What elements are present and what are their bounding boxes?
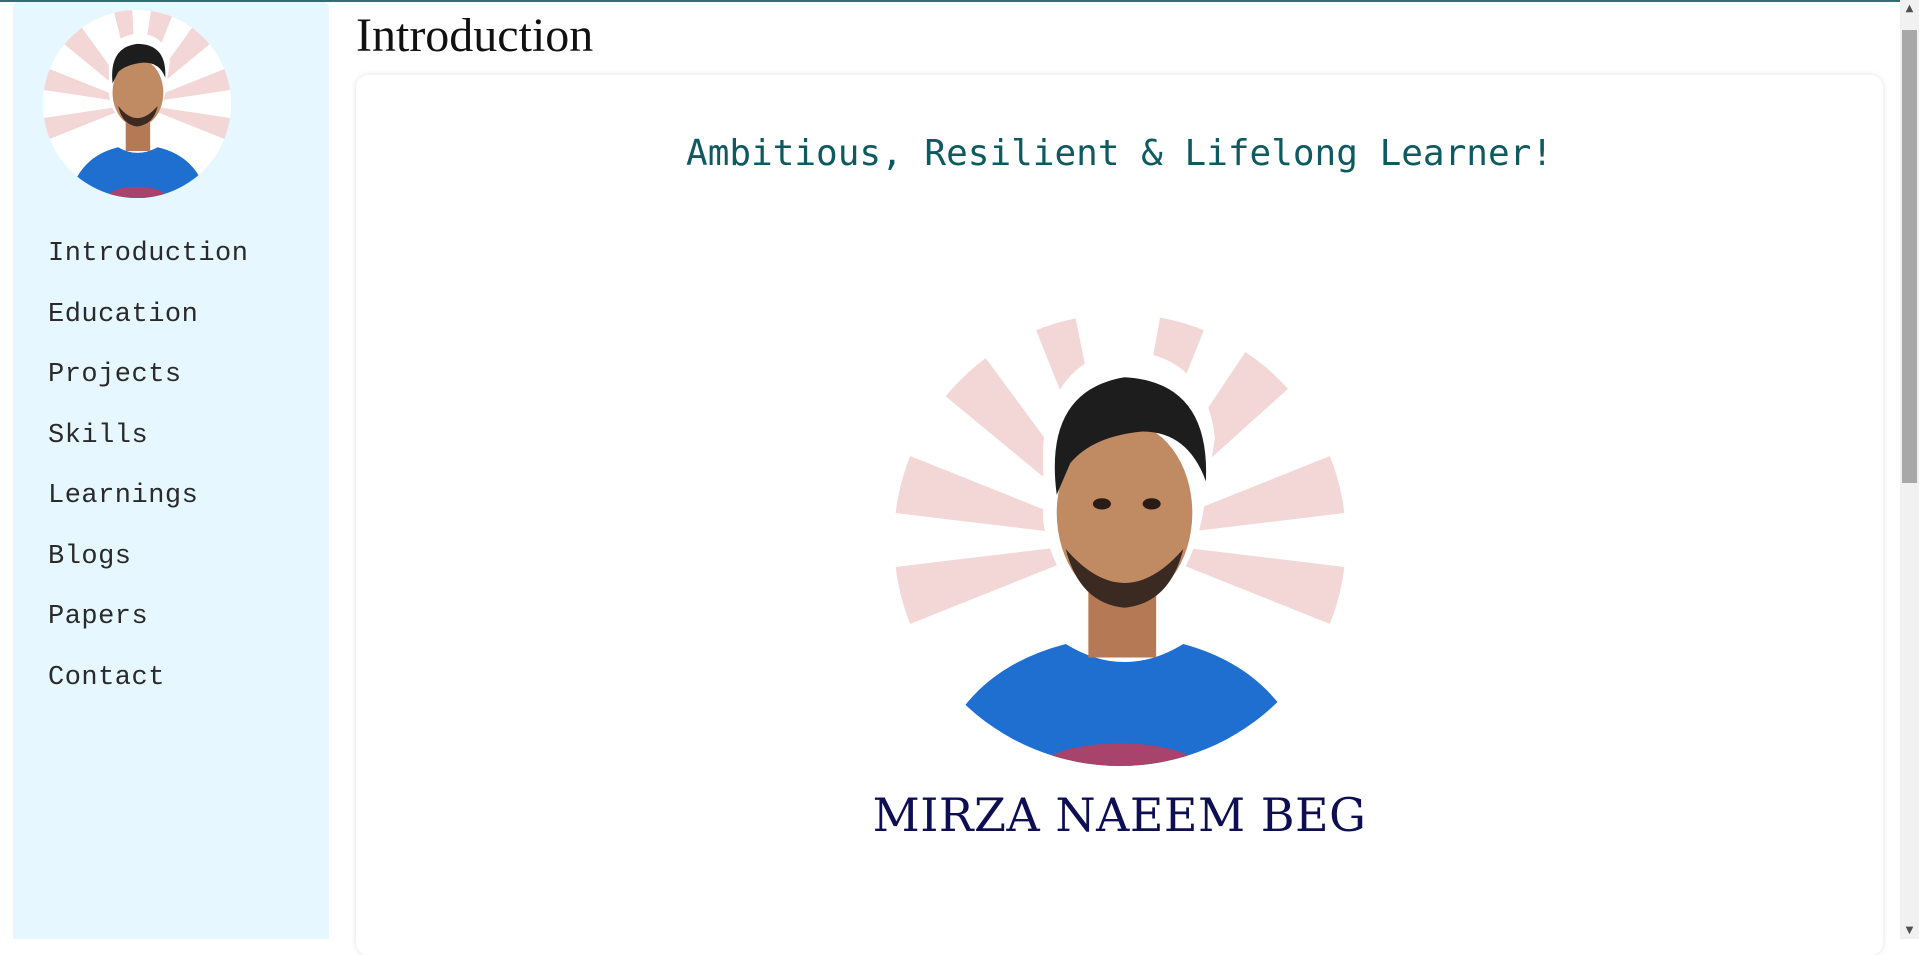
scroll-down-arrow-icon[interactable]: ▼ xyxy=(1900,922,1919,939)
person-name: MIRZA NAEEM BEG xyxy=(872,788,1367,842)
nav-item-papers[interactable]: Papers xyxy=(48,587,248,648)
nav-item-blogs[interactable]: Blogs xyxy=(48,527,248,588)
nav-item-contact[interactable]: Contact xyxy=(48,648,248,709)
scrollbar-thumb[interactable] xyxy=(1902,30,1917,483)
tagline: Ambitious, Resilient & Lifelong Learner! xyxy=(686,133,1553,174)
nav-item-introduction[interactable]: Introduction xyxy=(48,224,248,285)
nav-item-learnings[interactable]: Learnings xyxy=(48,466,248,527)
sidebar-nav: Introduction Education Projects Skills L… xyxy=(48,224,248,708)
sidebar: Introduction Education Projects Skills L… xyxy=(13,2,329,939)
nav-item-skills[interactable]: Skills xyxy=(48,406,248,467)
intro-card: Ambitious, Resilient & Lifelong Learner! xyxy=(356,75,1883,955)
profile-photo-icon xyxy=(894,314,1346,766)
page-scrollbar[interactable]: ▲ ▼ xyxy=(1900,0,1919,939)
main-profile-photo xyxy=(894,314,1346,766)
sidebar-profile-photo xyxy=(43,10,231,198)
profile-photo-icon xyxy=(43,10,231,198)
scroll-up-arrow-icon[interactable]: ▲ xyxy=(1900,0,1919,17)
page-title: Introduction xyxy=(356,9,594,62)
nav-item-education[interactable]: Education xyxy=(48,285,248,346)
nav-item-projects[interactable]: Projects xyxy=(48,345,248,406)
